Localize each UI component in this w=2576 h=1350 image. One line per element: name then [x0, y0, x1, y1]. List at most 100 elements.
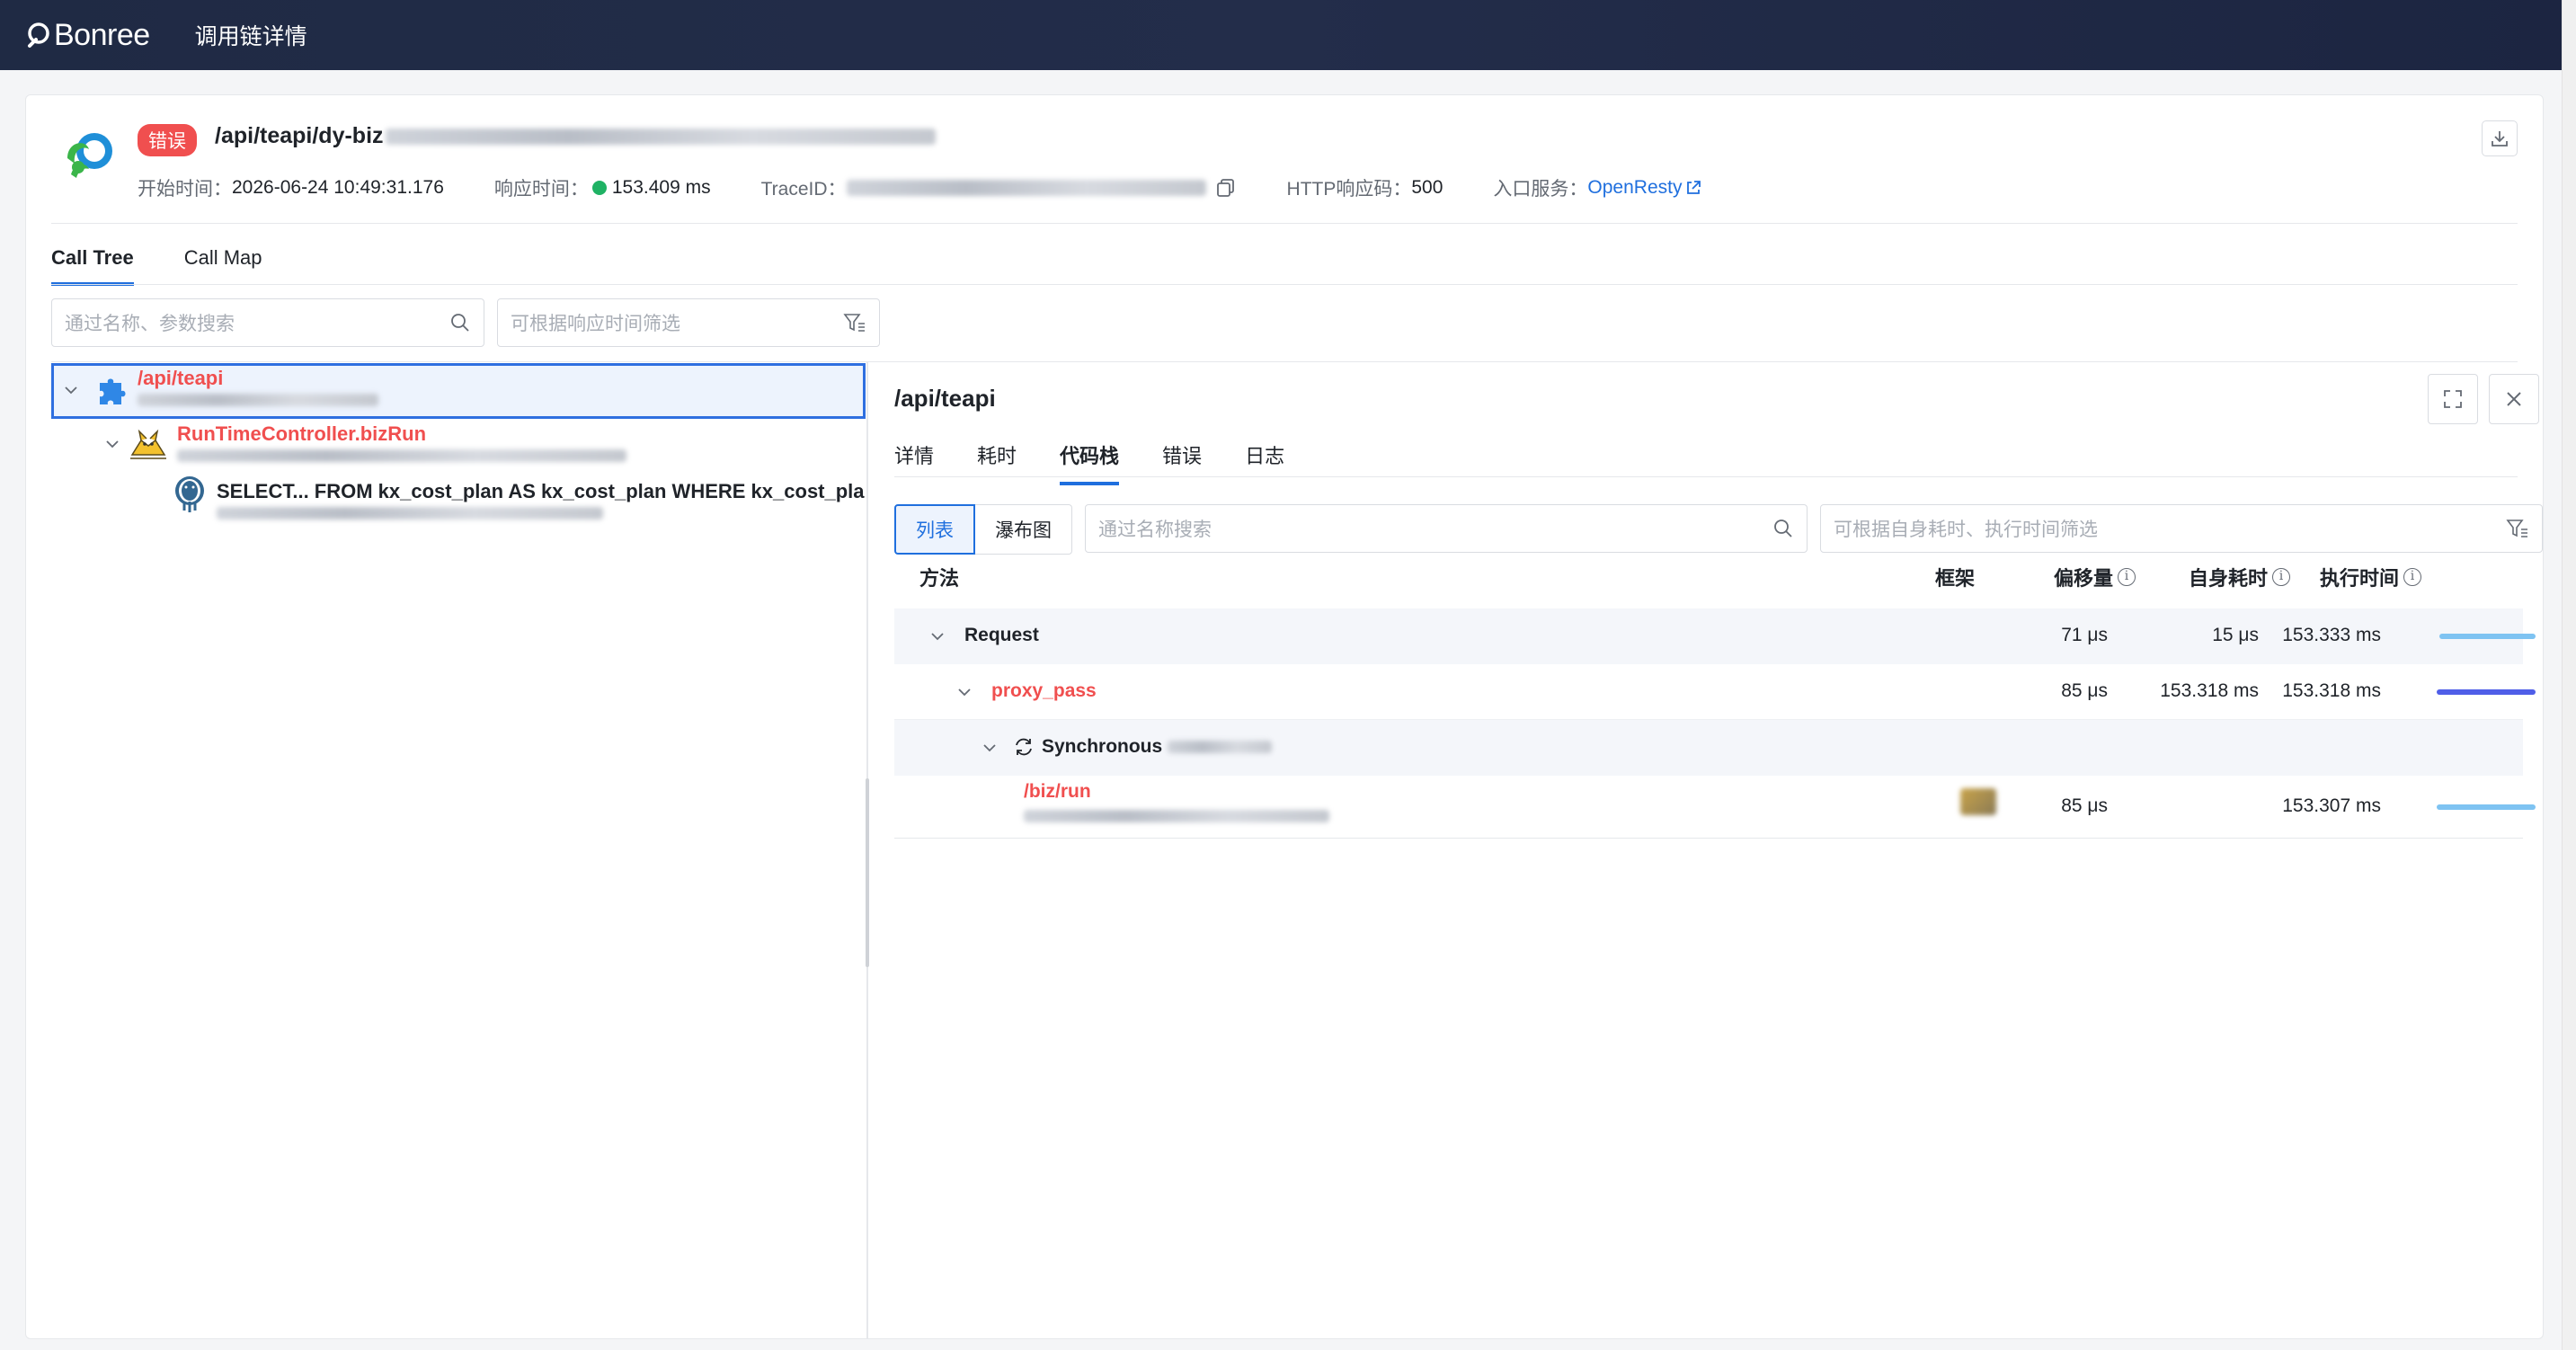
- method-name[interactable]: /biz/run: [1024, 781, 1091, 803]
- response-time-value: 153.409 ms: [611, 177, 711, 198]
- exec-time-value: 153.333 ms: [2282, 625, 2381, 645]
- exec-time-bar: [2437, 804, 2536, 810]
- view-mode-toggle: 列表 瀑布图: [894, 504, 1072, 555]
- tab-logs[interactable]: 日志: [1245, 440, 1284, 485]
- tabs-divider: [51, 284, 2518, 285]
- filter-icon[interactable]: [2506, 518, 2529, 539]
- trace-meta: 开始时间： 2026-06-24 10:49:31.176 响应时间： 153.…: [138, 174, 1753, 201]
- trace-url-text: /api/teapi/dy-biz: [215, 123, 384, 148]
- time-filter-input[interactable]: 可根据自身耗时、执行时间筛选: [1820, 504, 2543, 553]
- chevron-down-icon[interactable]: [981, 739, 999, 757]
- exec-time-bar-fill: [2439, 634, 2536, 639]
- self-time-value: 15 μs: [2212, 625, 2259, 645]
- detail-tabs-divider: [894, 476, 2518, 477]
- bonree-logo[interactable]: Bonree: [25, 18, 150, 53]
- detail-tabs: 详情 耗时 代码栈 错误 日志: [894, 440, 1328, 485]
- close-icon: [2507, 392, 2521, 406]
- exec-time-bar-fill: [2437, 804, 2536, 810]
- search-icon[interactable]: [1772, 518, 1794, 539]
- entry-service-link[interactable]: OpenResty: [1587, 177, 1682, 199]
- tree-node-sub-redacted: [217, 507, 603, 520]
- method-name[interactable]: proxy_pass: [991, 680, 1097, 702]
- col-offset: 偏移量 i: [2054, 563, 2136, 591]
- status-badge: 错误: [138, 124, 197, 156]
- framework-icon: [1960, 788, 1996, 815]
- tab-code-stack[interactable]: 代码栈: [1060, 440, 1120, 485]
- main-tabs: Call Tree Call Map: [51, 246, 313, 286]
- method-name[interactable]: Synchronous: [1042, 736, 1162, 758]
- status-dot-icon: [591, 181, 607, 195]
- external-link-icon[interactable]: [1684, 179, 1702, 197]
- close-button[interactable]: [2489, 374, 2539, 424]
- redacted-method-suffix: [1168, 741, 1272, 753]
- tree-search-placeholder: 通过名称、参数搜索: [65, 314, 235, 334]
- tab-call-map[interactable]: Call Map: [184, 246, 262, 286]
- col-exec-time: 执行时间 i: [2320, 563, 2422, 591]
- self-time-value: 153.318 ms: [2160, 680, 2259, 701]
- bonree-logo-icon: [28, 22, 49, 48]
- col-framework: 框架: [1935, 567, 1976, 590]
- tomcat-icon: [130, 429, 166, 459]
- tree-node-sub-redacted: [177, 449, 626, 462]
- tab-duration[interactable]: 耗时: [977, 440, 1017, 485]
- tree-node-sub-redacted: [138, 394, 378, 406]
- page-scrollbar[interactable]: [2562, 0, 2576, 1350]
- tab-errors[interactable]: 错误: [1162, 440, 1202, 485]
- start-time-value: 2026-06-24 10:49:31.176: [232, 177, 444, 198]
- top-bar: Bonree 调用链详情: [0, 0, 2562, 70]
- chevron-down-icon[interactable]: [103, 435, 121, 453]
- header-divider: [51, 223, 2518, 224]
- http-code-value: 500: [1411, 177, 1443, 198]
- http-code-label: HTTP响应码：: [1286, 179, 1412, 200]
- table-row[interactable]: /biz/run 85 μs 153.307 ms: [894, 776, 2536, 839]
- response-time-filter[interactable]: 可根据响应时间筛选: [497, 298, 880, 347]
- copy-icon[interactable]: [1215, 177, 1237, 199]
- filter-icon[interactable]: [843, 312, 866, 333]
- method-name[interactable]: Request: [964, 625, 1039, 646]
- tree-node-name[interactable]: RunTimeController.bizRun: [177, 422, 426, 446]
- search-icon[interactable]: [449, 312, 471, 333]
- chevron-down-icon[interactable]: [955, 683, 973, 701]
- offset-value: 85 μs: [2061, 680, 2108, 701]
- table-row[interactable]: Synchronous: [894, 720, 2523, 776]
- exec-time-bar: [2437, 689, 2536, 695]
- offset-value: 71 μs: [2061, 625, 2108, 645]
- method-search-input[interactable]: 通过名称搜索: [1085, 504, 1808, 553]
- trace-id-label: TraceID：: [760, 179, 847, 200]
- trace-detail-card: 错误 /api/teapi/dy-biz 开始时间： 2026-06-24 10…: [25, 94, 2544, 1339]
- page-title: 调用链详情: [194, 24, 307, 49]
- tab-call-tree[interactable]: Call Tree: [51, 246, 134, 286]
- table-row[interactable]: proxy_pass 85 μs 153.318 ms 153.318 ms: [894, 664, 2536, 720]
- redacted-url-suffix: [385, 128, 936, 145]
- redacted-method-sub: [1024, 810, 1329, 822]
- col-self-time: 自身耗时 i: [2189, 563, 2291, 591]
- tree-search-input[interactable]: 通过名称、参数搜索: [51, 298, 484, 347]
- logo-text: Bonree: [54, 17, 150, 52]
- info-icon[interactable]: i: [2118, 568, 2136, 586]
- response-time-label: 响应时间：: [493, 179, 589, 200]
- col-exec-time-label: 执行时间: [2320, 567, 2400, 590]
- split-resize-handle[interactable]: [866, 778, 869, 967]
- split-top-line: [51, 361, 2518, 362]
- fullscreen-button[interactable]: [2428, 374, 2478, 424]
- http-code: HTTP响应码： 500: [1287, 174, 1443, 201]
- expand-icon: [2444, 390, 2462, 408]
- sync-icon: [1016, 738, 1032, 756]
- puzzle-icon: [100, 378, 126, 404]
- info-icon[interactable]: i: [2272, 568, 2291, 586]
- chevron-down-icon[interactable]: [928, 627, 946, 645]
- tab-details[interactable]: 详情: [894, 440, 934, 485]
- download-button[interactable]: [2482, 120, 2518, 156]
- tree-node-name[interactable]: /api/teapi: [138, 367, 223, 390]
- exec-time-value: 153.318 ms: [2282, 680, 2381, 701]
- info-icon[interactable]: i: [2403, 568, 2422, 586]
- view-list-button[interactable]: 列表: [894, 504, 975, 555]
- chevron-down-icon[interactable]: [62, 381, 80, 399]
- view-waterfall-button[interactable]: 瀑布图: [975, 504, 1072, 555]
- table-row[interactable]: Request 71 μs 15 μs 153.333 ms: [894, 608, 2536, 664]
- entry-service-label: 入口服务：: [1493, 179, 1588, 200]
- response-time: 响应时间： 153.409 ms: [494, 174, 711, 201]
- redacted-trace-id: [846, 180, 1206, 196]
- response-filter-placeholder: 可根据响应时间筛选: [511, 314, 680, 334]
- tree-node-name[interactable]: SELECT... FROM kx_cost_plan AS kx_cost_p…: [217, 480, 866, 503]
